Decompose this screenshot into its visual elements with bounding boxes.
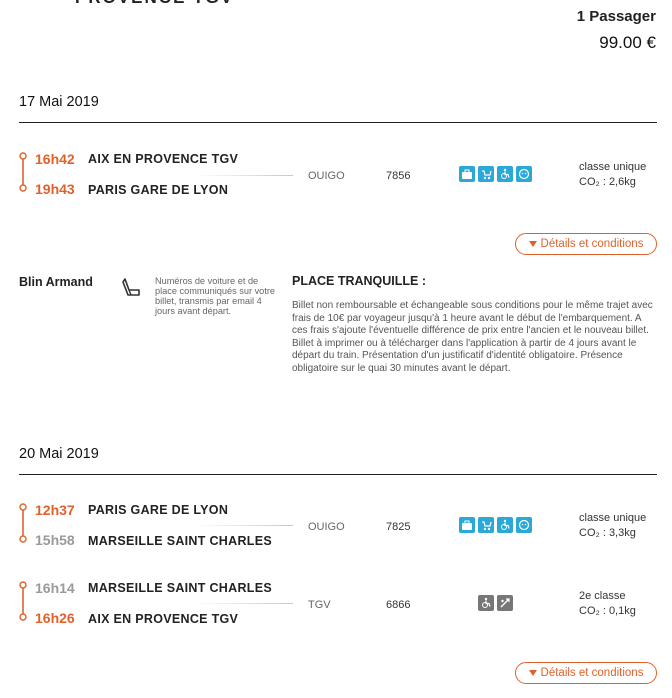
train-number: 6866 <box>386 599 411 611</box>
class-label: 2e classe <box>579 590 626 602</box>
kids-icon <box>516 517 532 533</box>
details-conditions-button[interactable]: Détails et conditions <box>515 233 657 255</box>
chevron-down-icon <box>528 670 537 676</box>
fare-class: classe unique CO₂ : 2,6kg <box>579 160 646 190</box>
carrier: TGV <box>308 599 331 611</box>
arrival-time: 15h58 <box>35 532 75 548</box>
timeline-icon <box>19 581 27 621</box>
segment-line <box>195 603 293 604</box>
segment-line <box>195 525 293 526</box>
co2-label: CO₂ : 2,6kg <box>579 176 636 188</box>
class-label: classe unique <box>579 161 647 173</box>
carrier: OUIGO <box>308 170 345 182</box>
total-price: 99.00 € <box>599 33 656 52</box>
fare-name: PLACE TRANQUILLE : <box>292 274 427 288</box>
class-label: classe unique <box>579 512 647 524</box>
seat-icon <box>122 278 140 296</box>
journey-date: 20 Mai 2019 <box>19 446 99 462</box>
carrier: OUIGO <box>308 521 345 533</box>
segment: 16h42 AIX EN PROVENCE TGV 19h43 PARIS GA… <box>19 151 659 208</box>
arrival-station: PARIS GARE DE LYON <box>88 183 229 197</box>
timeline-icon <box>19 503 27 543</box>
departure-time: 12h37 <box>35 502 75 518</box>
divider <box>19 122 657 123</box>
co2-label: CO₂ : 0,1kg <box>579 605 636 617</box>
chevron-down-icon <box>528 241 537 247</box>
stroller-icon <box>478 166 494 182</box>
departure-station: AIX EN PROVENCE TGV <box>88 152 239 166</box>
journey-date: 17 Mai 2019 <box>19 94 99 110</box>
departure-station: MARSEILLE SAINT CHARLES <box>88 581 272 595</box>
arrival-station: AIX EN PROVENCE TGV <box>88 612 239 626</box>
seat-note: Numéros de voiture et de place communiqu… <box>155 276 276 316</box>
segment: 16h14 MARSEILLE SAINT CHARLES 16h26 AIX … <box>19 580 659 637</box>
details-label: Détails et conditions <box>540 667 644 679</box>
journey-title: PROVENCE TGV <box>75 0 234 8</box>
train-number: 7856 <box>386 170 411 182</box>
arrival-time: 16h26 <box>35 610 75 626</box>
bike-icon <box>497 595 513 611</box>
service-icons <box>459 517 532 533</box>
wheelchair-icon <box>497 166 513 182</box>
service-icons <box>459 166 532 182</box>
timeline-icon <box>19 152 27 192</box>
fare-conditions: Billet non remboursable et échangeable s… <box>292 300 653 374</box>
arrival-time: 19h43 <box>35 181 75 197</box>
passenger-name: Blin Armand <box>19 275 93 289</box>
fare-class: 2e classe CO₂ : 0,1kg <box>579 589 636 619</box>
details-label: Détails et conditions <box>540 238 644 250</box>
arrival-station: MARSEILLE SAINT CHARLES <box>88 534 272 548</box>
details-conditions-button[interactable]: Détails et conditions <box>515 662 657 684</box>
passenger-count: 1 Passager <box>576 8 656 25</box>
departure-station: PARIS GARE DE LYON <box>88 503 229 517</box>
wheelchair-icon <box>497 517 513 533</box>
wheelchair-icon <box>478 595 494 611</box>
fare-class: classe unique CO₂ : 3,3kg <box>579 511 646 541</box>
luggage-icon <box>459 166 475 182</box>
segment-line <box>195 175 293 176</box>
service-icons <box>478 595 513 611</box>
kids-icon <box>516 166 532 182</box>
luggage-icon <box>459 517 475 533</box>
stroller-icon <box>478 517 494 533</box>
departure-time: 16h42 <box>35 151 75 167</box>
co2-label: CO₂ : 3,3kg <box>579 527 636 539</box>
segment: 12h37 PARIS GARE DE LYON 15h58 MARSEILLE… <box>19 502 659 559</box>
departure-time: 16h14 <box>35 580 75 596</box>
train-number: 7825 <box>386 521 411 533</box>
divider <box>19 474 657 475</box>
